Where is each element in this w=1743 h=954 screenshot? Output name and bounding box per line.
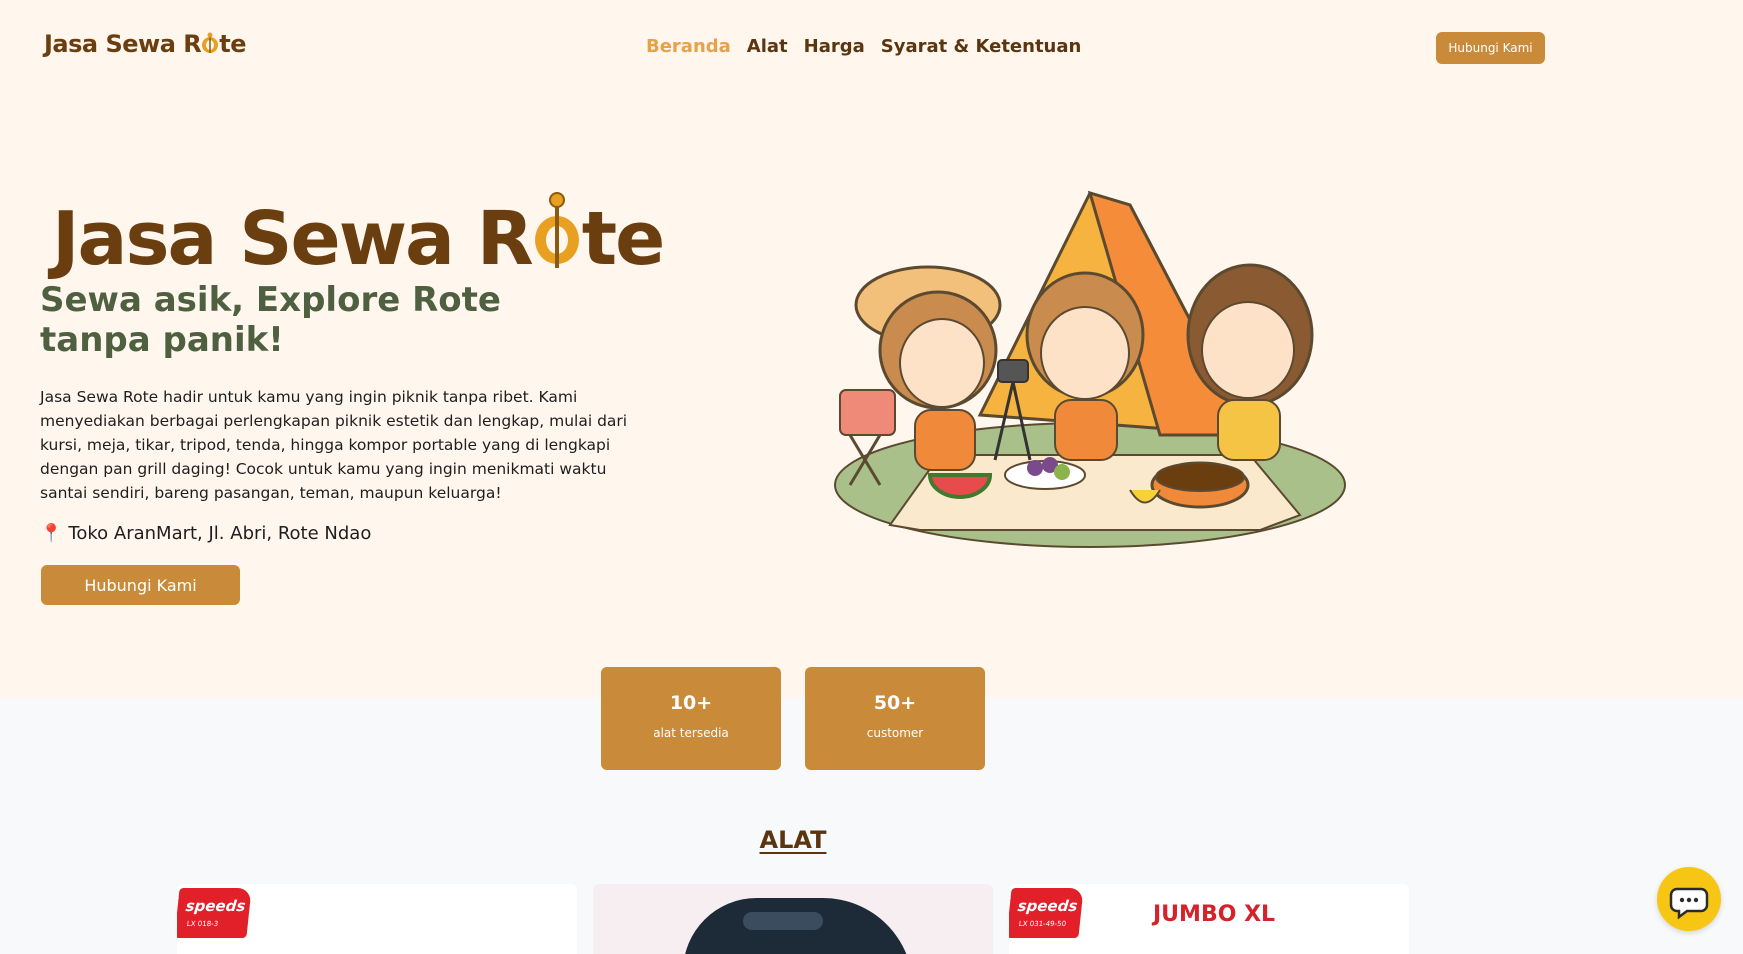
hero-subtitle: Sewa asik, Explore Rote tanpa panik! bbox=[40, 280, 501, 360]
brand-name-prefix: Jasa Sewa R bbox=[44, 30, 202, 58]
nav-link-alat[interactable]: Alat bbox=[747, 36, 788, 57]
nav-link-beranda[interactable]: Beranda bbox=[646, 36, 731, 57]
stat-label: customer bbox=[866, 726, 924, 740]
picnic-illustration bbox=[830, 185, 1360, 555]
product-card[interactable]: speeds LX 018-3 bbox=[177, 884, 577, 954]
product-card[interactable] bbox=[593, 884, 993, 954]
sasando-icon bbox=[201, 32, 219, 53]
chat-bubble-icon bbox=[1657, 887, 1721, 934]
main-nav: Beranda Alat Harga Syarat & Ketentuan bbox=[646, 36, 1081, 57]
stat-card-customers: 50+ customer bbox=[805, 667, 985, 770]
nav-link-syarat[interactable]: Syarat & Ketentuan bbox=[881, 36, 1082, 57]
hero-title-suffix: te bbox=[581, 196, 666, 282]
hero-title-prefix: Jasa Sewa R bbox=[52, 196, 534, 282]
speeds-logo: speeds LX 018-3 bbox=[177, 888, 252, 938]
product-headline: JUMBO XL bbox=[1153, 902, 1276, 927]
hero-location: 📍 Toko AranMart, Jl. Abri, Rote Ndao bbox=[40, 523, 371, 544]
brand-name-suffix: te bbox=[219, 30, 246, 58]
product-code: LX 031-49-50 bbox=[1018, 920, 1067, 928]
speeds-logo: speeds LX 031-49-50 bbox=[1009, 888, 1084, 938]
sasando-icon bbox=[532, 190, 582, 268]
brand-logo[interactable]: Jasa Sewa R te bbox=[44, 30, 246, 58]
stat-value: 10+ bbox=[669, 692, 713, 714]
hero-title: Jasa Sewa Rte bbox=[52, 190, 665, 276]
brand-label: speeds bbox=[1016, 897, 1079, 915]
stat-card-tools: 10+ alat tersedia bbox=[601, 667, 781, 770]
nav-contact-button[interactable]: Hubungi Kami bbox=[1436, 32, 1545, 64]
product-code: LX 018-3 bbox=[186, 920, 219, 928]
hero-location-text: Toko AranMart, Jl. Abri, Rote Ndao bbox=[68, 523, 372, 544]
product-image bbox=[683, 898, 913, 954]
hero-contact-button[interactable]: Hubungi Kami bbox=[41, 565, 240, 605]
section-title-alat: ALAT bbox=[759, 826, 827, 854]
stat-label: alat tersedia bbox=[653, 726, 729, 740]
hero-description: Jasa Sewa Rote hadir untuk kamu yang ing… bbox=[40, 388, 628, 502]
navbar: Jasa Sewa R te Beranda Alat Harga Syarat … bbox=[0, 0, 1743, 96]
hero-background-edge bbox=[1545, 0, 1743, 698]
stat-value: 50+ bbox=[873, 692, 917, 714]
nav-link-harga[interactable]: Harga bbox=[804, 36, 865, 57]
product-card[interactable]: speeds LX 031-49-50 JUMBO XL bbox=[1009, 884, 1409, 954]
brand-label: speeds bbox=[184, 897, 247, 915]
map-pin-icon: 📍 bbox=[40, 523, 63, 544]
chat-button[interactable] bbox=[1657, 867, 1721, 931]
